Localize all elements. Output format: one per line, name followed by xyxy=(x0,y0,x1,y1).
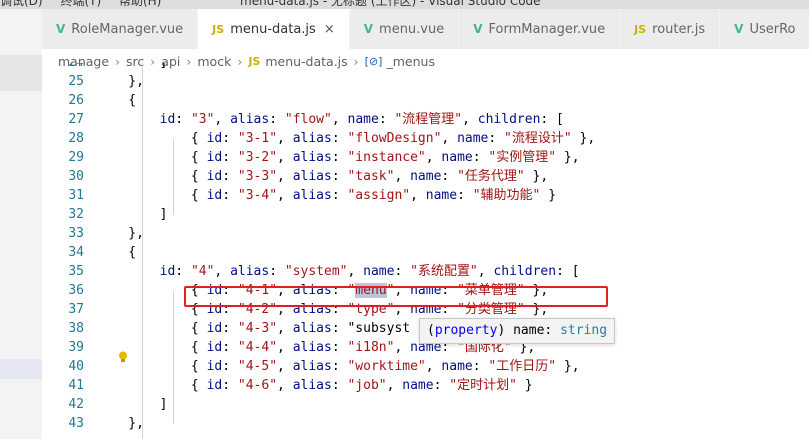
line-number: 41 xyxy=(68,378,84,393)
code-line-35[interactable]: 35 id: "4", alias: "system", name: "系统配置… xyxy=(42,262,809,281)
menu-debug[interactable]: 调试(D) xyxy=(0,0,43,8)
tab-label: FormManager.vue xyxy=(488,21,606,37)
activity-side-panel xyxy=(0,9,42,439)
tooltip-name: name: xyxy=(505,323,561,338)
code-line-33[interactable]: 33 }, xyxy=(42,224,809,243)
lightbulb-icon[interactable] xyxy=(118,351,128,363)
code-text: ] xyxy=(97,397,168,412)
code-text: { id: "3-3", alias: "task", name: "任务代理"… xyxy=(97,169,549,184)
js-file-icon: JS xyxy=(634,22,647,36)
line-number: 42 xyxy=(68,397,84,412)
panel-selected-item[interactable] xyxy=(0,55,42,91)
tab-5[interactable]: V UserRo xyxy=(720,9,809,49)
line-number: 24 xyxy=(42,63,84,72)
indent-guide xyxy=(173,139,174,215)
code-line-24[interactable]: 24 ] xyxy=(42,63,809,72)
tab-3[interactable]: V FormManager.vue xyxy=(459,9,621,49)
menu-bar: 调试(D) 终端(T) 帮助(H) xyxy=(0,0,175,9)
line-number: 35 xyxy=(68,264,84,279)
code-text: ] xyxy=(97,63,168,72)
code-text: ] xyxy=(97,207,168,222)
tab-2[interactable]: Vmenu.vue xyxy=(349,9,460,49)
close-icon[interactable]: × xyxy=(324,22,335,37)
code-line-32[interactable]: 32 ] xyxy=(42,205,809,224)
code-text: { id: "4-6", alias: "job", name: "定时计划" … xyxy=(97,378,533,393)
code-text: { xyxy=(97,245,137,260)
tab-label: UserRo xyxy=(749,21,796,37)
line-number: 29 xyxy=(68,150,84,165)
title-bar: 调试(D) 终端(T) 帮助(H) menu-data.js - 无标题 (工作… xyxy=(0,0,809,9)
tab-label: RoleManager.vue xyxy=(71,21,184,37)
code-text: { xyxy=(97,93,137,108)
code-line-29[interactable]: 29 { id: "3-2", alias: "instance", name:… xyxy=(42,148,809,167)
code-text: { id: "3-2", alias: "instance", name: "实… xyxy=(97,150,580,165)
line-number: 31 xyxy=(68,188,84,203)
code-line-26[interactable]: 26 { xyxy=(42,91,809,110)
line-number: 36 xyxy=(68,283,84,298)
code-text: { id: "3-1", alias: "flowDesign", name: … xyxy=(97,131,596,146)
code-text: }, xyxy=(97,226,144,241)
tab-label: router.js xyxy=(652,21,706,37)
code-line-42[interactable]: 42 ] xyxy=(42,395,809,414)
code-line-40[interactable]: 40 { id: "4-5", alias: "worktime", name:… xyxy=(42,357,809,376)
code-line-28[interactable]: 28 { id: "3-1", alias: "flowDesign", nam… xyxy=(42,129,809,148)
panel-highlighted-item[interactable] xyxy=(0,359,42,379)
line-number: 39 xyxy=(68,340,84,355)
line-number: 34 xyxy=(68,245,84,260)
code-line-31[interactable]: 31 { id: "3-4", alias: "assign", name: "… xyxy=(42,186,809,205)
code-text: { id: "4-3", alias: "subsyst xyxy=(97,321,411,336)
tab-label: menu.vue xyxy=(379,21,445,37)
code-line-27[interactable]: 27 id: "3", alias: "flow", name: "流程管理",… xyxy=(42,110,809,129)
menu-terminal[interactable]: 终端(T) xyxy=(60,0,101,8)
line-number: 26 xyxy=(68,93,84,108)
vue-file-icon: V xyxy=(473,22,483,36)
vue-file-icon: V xyxy=(56,22,66,36)
line-number: 33 xyxy=(68,226,84,241)
indent-guide xyxy=(173,291,174,424)
tooltip-keyword: property xyxy=(434,323,498,338)
hover-tooltip: (property) name: string xyxy=(419,318,616,344)
js-file-icon: JS xyxy=(212,22,225,36)
code-line-43[interactable]: 43 }, xyxy=(42,414,809,433)
code-text: id: "4", alias: "system", name: "系统配置", … xyxy=(159,264,580,279)
line-number: 32 xyxy=(68,207,84,222)
code-editor[interactable]: 43 }, 42 ] 41 { id: "4-6", alias: "job", n… xyxy=(42,63,809,439)
line-number: 37 xyxy=(68,302,84,317)
line-number: 40 xyxy=(68,359,84,374)
window-title: menu-data.js - 无标题 (工作区) - Visual Studio… xyxy=(240,0,541,8)
indent-guide xyxy=(142,63,143,439)
tab-0[interactable]: V RoleManager.vue xyxy=(42,9,199,49)
code-line-25[interactable]: 25 }, xyxy=(42,72,809,91)
tab-1[interactable]: JS menu-data.js × xyxy=(198,9,350,49)
line-number: 30 xyxy=(68,169,84,184)
tab-4[interactable]: JS router.js xyxy=(620,9,721,49)
annotation-highlight-box xyxy=(184,286,608,307)
editor-tab-bar: V RoleManager.vue JS menu-data.js × Vmenu.vue… xyxy=(42,9,809,49)
vue-file-icon: V xyxy=(363,22,374,36)
line-number: 38 xyxy=(68,321,84,336)
tab-label: menu-data.js xyxy=(230,21,316,37)
tooltip-paren-open: ( xyxy=(427,323,435,338)
code-text: { id: "3-4", alias: "assign", name: "辅助功… xyxy=(97,188,557,203)
code-line-41[interactable]: 41 { id: "4-6", alias: "job", name: "定时计… xyxy=(42,376,809,395)
tooltip-type: string xyxy=(560,323,608,338)
code-line-30[interactable]: 30 { id: "3-3", alias: "task", name: "任务… xyxy=(42,167,809,186)
vue-file-icon: V xyxy=(734,22,744,36)
code-line-34[interactable]: 34 { xyxy=(42,243,809,262)
code-text: { id: "4-5", alias: "worktime", name: "工… xyxy=(97,359,580,374)
code-text: id: "3", alias: "flow", name: "流程管理", ch… xyxy=(159,112,564,127)
line-number: 25 xyxy=(68,74,84,89)
code-text: }, xyxy=(97,74,144,89)
line-number: 28 xyxy=(68,131,84,146)
menu-help[interactable]: 帮助(H) xyxy=(119,0,161,8)
line-number: 43 xyxy=(68,416,84,431)
code-text: }, xyxy=(97,416,144,431)
line-number: 27 xyxy=(68,112,84,127)
